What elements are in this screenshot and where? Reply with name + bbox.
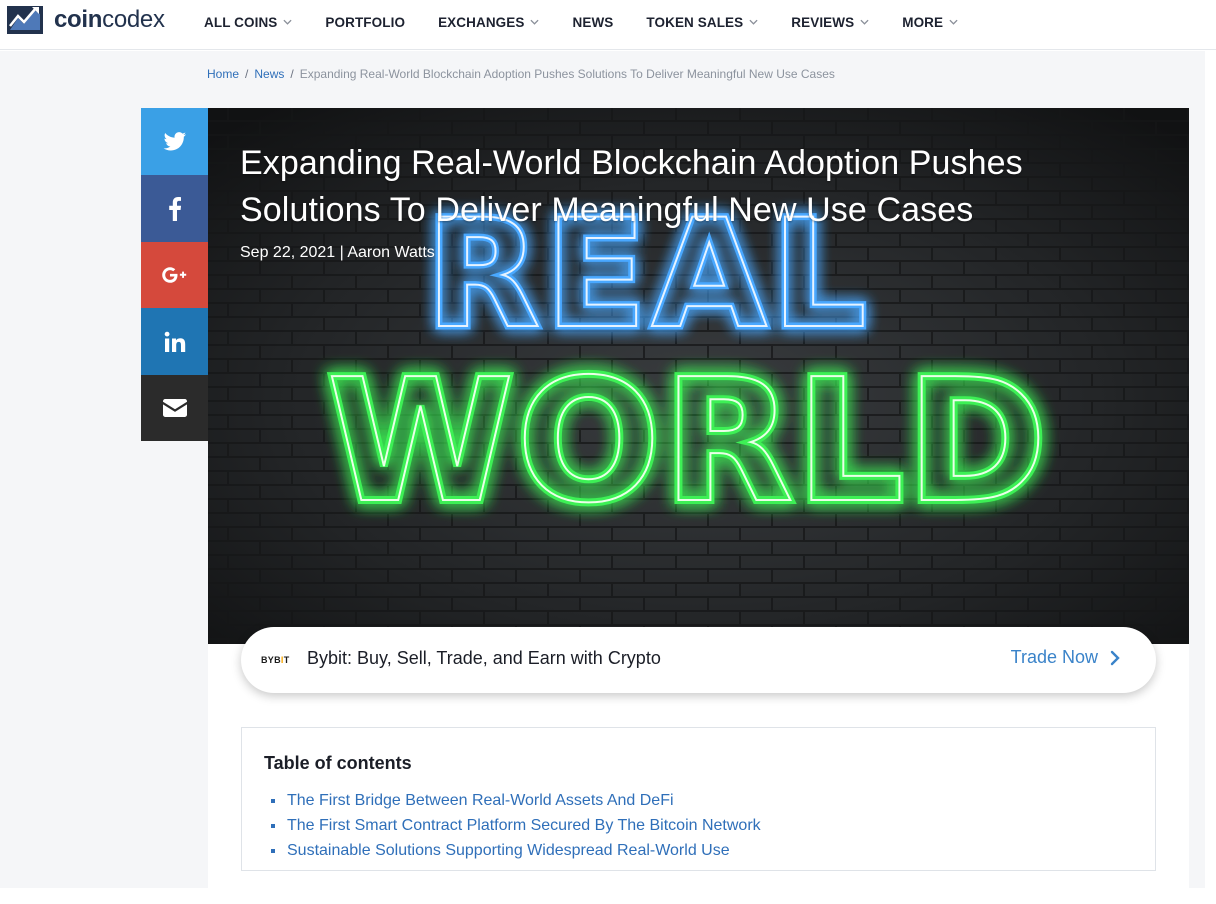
toc-item: The First Smart Contract Platform Secure… [271, 813, 761, 838]
envelope-icon [162, 399, 187, 417]
chevron-down-icon [949, 19, 958, 25]
article-date-author: Sep 22, 2021 | Aaron Watts [240, 244, 435, 261]
trade-now-label: Trade Now [1010, 647, 1098, 667]
facebook-icon [168, 196, 181, 221]
share-email-button[interactable] [141, 375, 208, 441]
breadcrumb-home-link[interactable]: Home [207, 67, 239, 81]
nav-news[interactable]: NEWS [572, 15, 613, 30]
table-of-contents: Table of contents The First Bridge Betwe… [241, 727, 1156, 871]
top-navigation-bar: coincodex ALL COINS PORTFOLIO EXCHANGES … [0, 0, 1216, 50]
share-google-plus-button[interactable] [141, 242, 208, 308]
google-plus-icon [161, 267, 186, 283]
nav-token-sales[interactable]: TOKEN SALES [646, 15, 758, 30]
chevron-down-icon [283, 19, 292, 25]
chevron-right-icon [1110, 650, 1120, 665]
bybit-logo: BYBIT [261, 655, 290, 665]
breadcrumb-news-link[interactable]: News [254, 67, 284, 81]
chevron-down-icon [530, 19, 540, 25]
linkedin-icon [164, 331, 185, 352]
coincodex-logo[interactable]: coincodex [6, 4, 165, 36]
nav-more[interactable]: MORE [902, 15, 958, 30]
share-facebook-button[interactable] [141, 175, 208, 242]
chevron-down-icon [749, 19, 758, 25]
share-linkedin-button[interactable] [141, 308, 208, 375]
article-hero-image: REAL REAL WORLD WORLD Expanding Real-Wor… [208, 108, 1189, 644]
share-twitter-button[interactable] [141, 108, 208, 175]
trade-now-button[interactable]: Trade Now [1011, 647, 1120, 668]
neon-word-world-core: WORLD [327, 343, 1049, 541]
nav-reviews[interactable]: REVIEWS [791, 15, 869, 30]
bullet-icon [271, 798, 275, 803]
nav-all-coins[interactable]: ALL COINS [204, 15, 292, 30]
coincodex-logo-icon [7, 6, 43, 34]
chevron-down-icon [860, 19, 869, 25]
breadcrumb-separator: / [245, 67, 249, 81]
bullet-icon [271, 848, 275, 853]
breadcrumb-separator: / [290, 67, 294, 81]
brand-name: coincodex [54, 6, 165, 33]
promo-text: Bybit: Buy, Sell, Trade, and Earn with C… [307, 648, 661, 668]
toc-item: The First Bridge Between Real-World Asse… [271, 788, 761, 813]
main-menu: ALL COINS PORTFOLIO EXCHANGES NEWS TOKEN… [204, 0, 991, 44]
toc-item: Sustainable Solutions Supporting Widespr… [271, 838, 761, 863]
nav-exchanges[interactable]: EXCHANGES [438, 15, 540, 30]
breadcrumb: Home / News / Expanding Real-World Block… [207, 67, 835, 81]
toc-link-real-world-assets[interactable]: The First Bridge Between Real-World Asse… [287, 792, 674, 810]
toc-link-smart-contract-platform[interactable]: The First Smart Contract Platform Secure… [287, 817, 761, 835]
bybit-promo-banner[interactable]: BYBIT Bybit: Buy, Sell, Trade, and Earn … [241, 627, 1156, 693]
social-share-bar [141, 108, 208, 441]
bullet-icon [271, 823, 275, 828]
toc-title: Table of contents [264, 753, 412, 773]
twitter-icon [163, 131, 186, 150]
breadcrumb-current: Expanding Real-World Blockchain Adoption… [299, 67, 835, 81]
nav-portfolio[interactable]: PORTFOLIO [325, 15, 405, 30]
article-title: Expanding Real-World Blockchain Adoption… [240, 144, 1023, 229]
toc-link-sustainable-solutions[interactable]: Sustainable Solutions Supporting Widespr… [287, 842, 730, 860]
toc-list: The First Bridge Between Real-World Asse… [271, 788, 761, 863]
